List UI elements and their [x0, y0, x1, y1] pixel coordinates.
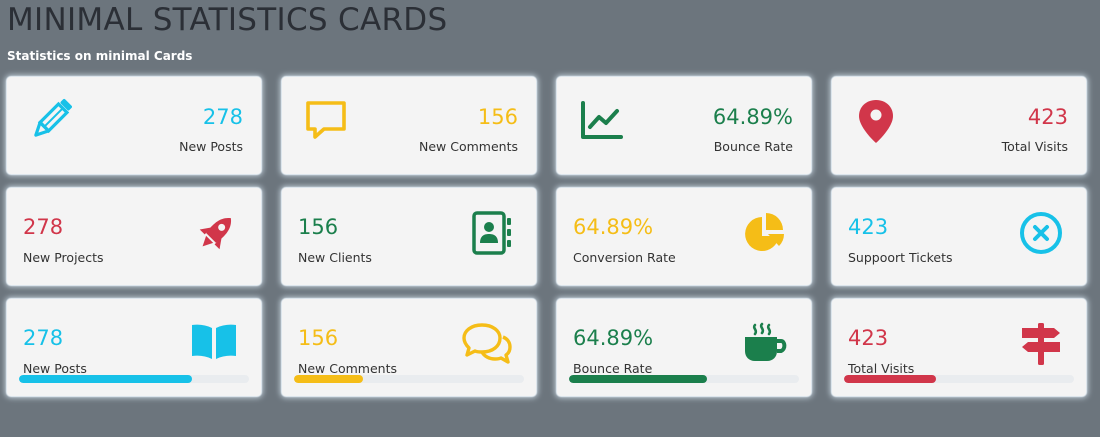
stat-value: 64.89%: [712, 105, 793, 129]
open-book-icon: [192, 324, 236, 359]
stat-label: Suppoort Tickets: [848, 250, 953, 265]
progress-track: [19, 375, 249, 383]
pie-chart-icon: [745, 213, 784, 251]
stat-card-new-posts-progress[interactable]: 278 New Posts: [7, 299, 261, 396]
stat-value: 278: [23, 326, 64, 350]
stat-value: 423: [848, 326, 889, 350]
stat-card-bounce-rate[interactable]: 64.89% Bounce Rate: [557, 77, 811, 174]
progress-track: [569, 375, 799, 383]
speech-bubble-icon: [306, 101, 346, 139]
stat-label: Total Visits: [1001, 139, 1068, 154]
stats-grid: 278 New Posts 156 New Comments 64.89% Bo…: [7, 77, 1086, 396]
stat-value: 278: [202, 105, 243, 129]
progress-track: [844, 375, 1074, 383]
stat-card-new-posts[interactable]: 278 New Posts: [7, 77, 261, 174]
stat-card-bounce-rate-progress[interactable]: 64.89% Bounce Rate: [557, 299, 811, 396]
progress-bar: [294, 375, 363, 383]
stat-card-new-comments-progress[interactable]: 156 New Comments: [282, 299, 536, 396]
page-title: MINIMAL STATISTICS CARDS: [7, 2, 448, 38]
stat-value: 64.89%: [573, 326, 654, 350]
coffee-cup-icon: [745, 322, 787, 361]
stat-value: 423: [848, 215, 889, 239]
address-book-icon: [472, 211, 511, 255]
stat-value: 156: [477, 105, 518, 129]
stat-label: New Clients: [298, 250, 372, 265]
progress-track: [294, 375, 524, 383]
stat-card-new-projects[interactable]: 278 New Projects: [7, 188, 261, 285]
progress-bar: [569, 375, 707, 383]
stat-card-support-tickets[interactable]: 423 Suppoort Tickets: [832, 188, 1086, 285]
progress-bar: [844, 375, 936, 383]
stat-label: New Posts: [179, 139, 243, 154]
chat-bubbles-icon: [462, 323, 512, 364]
signpost-icon: [1022, 323, 1060, 365]
page-subtitle: Statistics on minimal Cards: [7, 49, 193, 63]
stat-label: Conversion Rate: [573, 250, 676, 265]
stat-card-new-clients[interactable]: 156 New Clients: [282, 188, 536, 285]
stat-label: New Projects: [23, 250, 104, 265]
progress-bar: [19, 375, 192, 383]
stat-label: Bounce Rate: [713, 139, 793, 154]
stat-value: 156: [298, 215, 339, 239]
line-graph-icon: [581, 101, 623, 139]
stat-value: 156: [298, 326, 339, 350]
close-circle-icon: [1020, 212, 1062, 254]
stat-card-new-comments[interactable]: 156 New Comments: [282, 77, 536, 174]
stat-card-conversion-rate[interactable]: 64.89% Conversion Rate: [557, 188, 811, 285]
stat-value: 64.89%: [573, 215, 654, 239]
pencil-icon: [34, 98, 72, 137]
rocket-icon: [199, 217, 232, 250]
map-pin-icon: [859, 100, 893, 143]
stat-value: 423: [1027, 105, 1068, 129]
stat-label: New Comments: [419, 139, 518, 154]
stat-card-total-visits-progress[interactable]: 423 Total Visits: [832, 299, 1086, 396]
stat-card-total-visits[interactable]: 423 Total Visits: [832, 77, 1086, 174]
stat-value: 278: [23, 215, 64, 239]
